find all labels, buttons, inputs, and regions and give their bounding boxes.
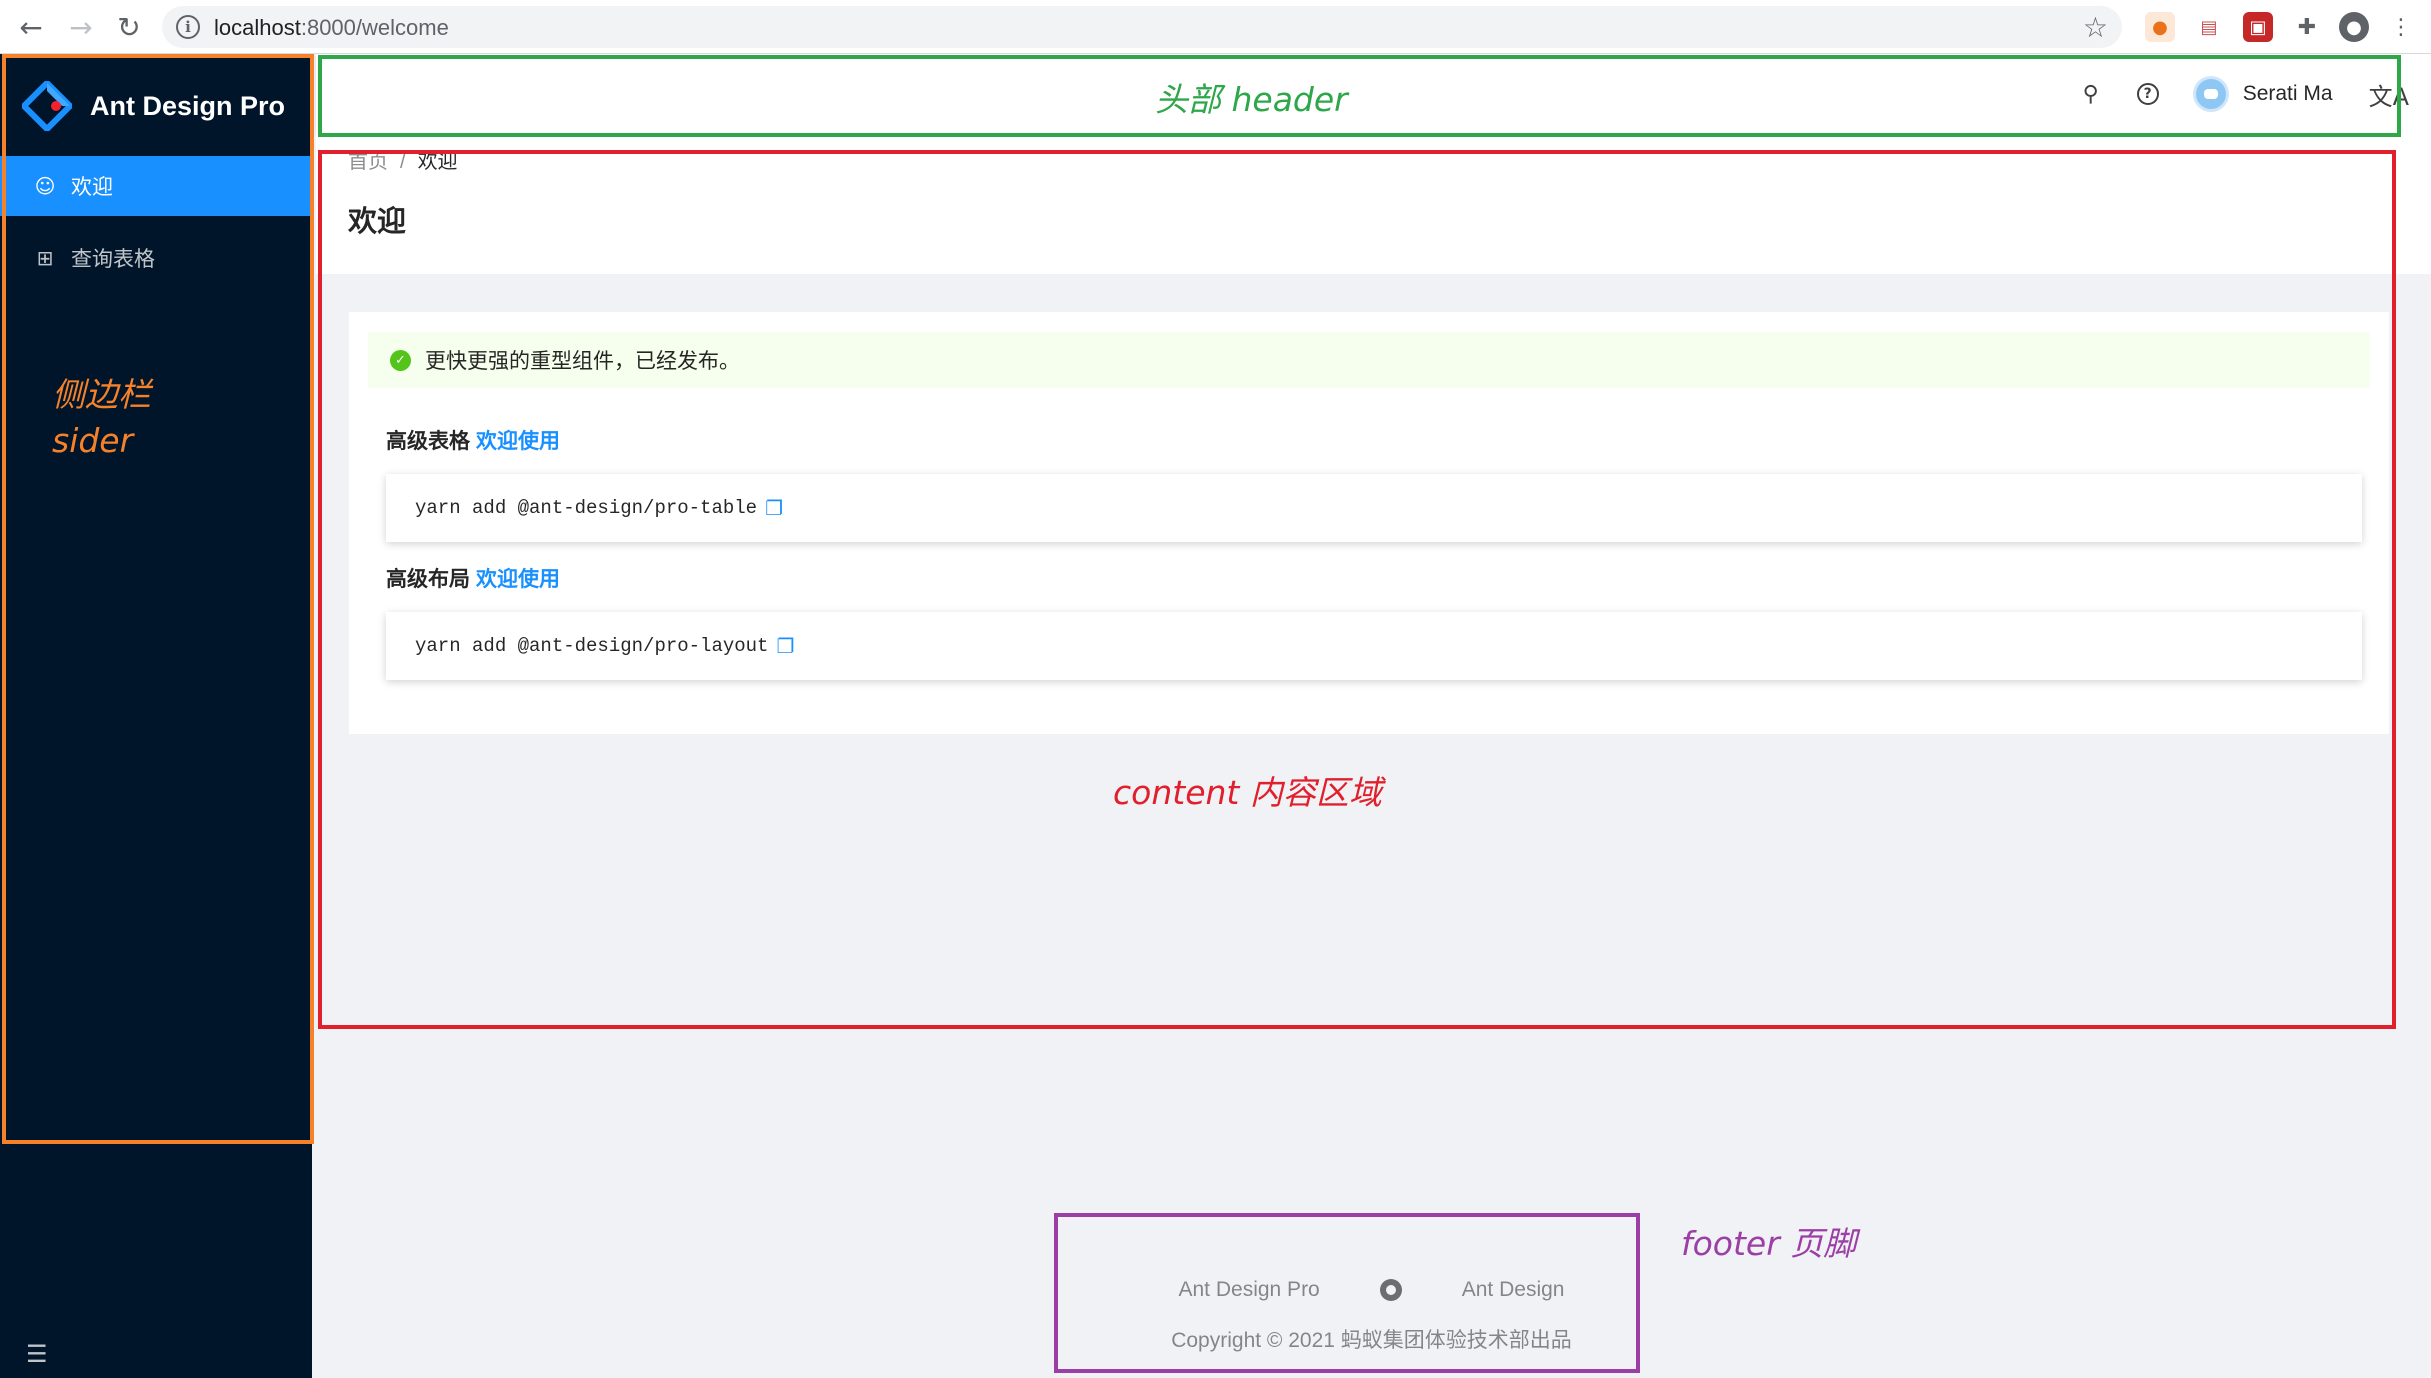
menu-item-welcome[interactable]: ☺ 欢迎 [0, 156, 310, 216]
page-title: 欢迎 [348, 206, 407, 238]
search-icon[interactable]: ⚲ [2083, 82, 2099, 107]
address-bar[interactable]: i localhost:8000/welcome ☆ [162, 6, 2122, 48]
content-annotation-label: content 内容区域 [1113, 773, 1382, 812]
welcome-link[interactable]: 欢迎使用 [476, 430, 560, 453]
code-block-pro-layout: yarn add @ant-design/pro-layout ❐ [386, 612, 2362, 680]
footer-link-ant-design-pro[interactable]: Ant Design Pro [1179, 1278, 1320, 1302]
arrow-right-icon[interactable]: → [64, 10, 98, 44]
profile-icon[interactable]: ● [2339, 12, 2369, 42]
breadcrumb-current: 欢迎 [417, 151, 458, 173]
logo[interactable]: Ant Design Pro [22, 78, 285, 134]
sider: Ant Design Pro ☺ 欢迎 ⊞ 查询表格 ☰ [0, 54, 312, 1378]
url-text[interactable]: localhost:8000/welcome [214, 15, 449, 41]
success-alert: ✓ 更快更强的重型组件，已经发布。 [368, 332, 2370, 388]
user-name[interactable]: Serati Ma [2243, 82, 2333, 106]
menu-item-label: 欢迎 [71, 176, 113, 199]
arrow-left-icon[interactable]: ← [14, 10, 48, 44]
page-header: 首页 / 欢迎 欢迎 [316, 134, 2431, 274]
puzzle-icon[interactable]: ✚ [2292, 12, 2322, 42]
reload-icon[interactable]: ↻ [112, 10, 146, 44]
more-vertical-icon[interactable]: ⋮ [2386, 12, 2416, 42]
breadcrumb-separator: / [400, 151, 406, 173]
github-icon[interactable] [1379, 1279, 1402, 1301]
check-circle-icon: ✓ [390, 349, 411, 371]
code-text: yarn add @ant-design/pro-table [415, 497, 758, 519]
sider-annotation-label-en: sider [52, 421, 134, 460]
copy-icon[interactable]: ❐ [776, 634, 794, 658]
welcome-link[interactable]: 欢迎使用 [476, 568, 560, 591]
extension-icon[interactable]: ● [2145, 12, 2175, 42]
avatar[interactable] [2192, 76, 2229, 112]
sider-annotation-label: 侧边栏 [52, 375, 151, 414]
info-icon[interactable]: i [176, 15, 200, 39]
copy-icon[interactable]: ❐ [765, 496, 783, 520]
code-text: yarn add @ant-design/pro-layout [415, 635, 769, 657]
browser-toolbar: ← → ↻ i localhost:8000/welcome ☆ ● ▤ ▣ ✚… [0, 0, 2431, 54]
footer-link-ant-design[interactable]: Ant Design [1462, 1278, 1565, 1302]
content-card: ✓ 更快更强的重型组件，已经发布。 高级表格 欢迎使用 yarn add @ant… [349, 312, 2389, 734]
menu-item-table-list[interactable]: ⊞ 查询表格 [0, 228, 310, 288]
table-icon: ⊞ [36, 246, 54, 270]
header-actions: ⚲ ? Serati Ma 文A [2083, 54, 2409, 134]
section-title-text: 高级表格 [386, 430, 470, 453]
alert-message: 更快更强的重型组件，已经发布。 [425, 350, 740, 373]
code-block-pro-table: yarn add @ant-design/pro-table ❐ [386, 474, 2362, 542]
question-icon[interactable]: ? [2136, 83, 2159, 105]
smile-icon: ☺ [34, 174, 56, 198]
star-icon[interactable]: ☆ [2083, 11, 2108, 44]
pdf-extension-icon[interactable]: ▣ [2243, 12, 2273, 42]
header-annotation-label: 头部 header [1155, 80, 1348, 119]
global-header: ⚲ ? Serati Ma 文A [316, 54, 2431, 134]
translation-icon[interactable]: 文A [2369, 77, 2409, 112]
breadcrumb: 首页 / 欢迎 [348, 145, 458, 174]
menu-item-label: 查询表格 [71, 248, 155, 271]
section-title-pro-table: 高级表格 欢迎使用 [386, 425, 560, 455]
section-title-text: 高级布局 [386, 568, 470, 591]
footer-annotation-label: footer 页脚 [1681, 1224, 1857, 1263]
copyright: Copyright © 2021 蚂蚁集团体验技术部出品 [1171, 1329, 1572, 1352]
ant-design-logo-icon [22, 81, 72, 131]
section-title-pro-layout: 高级布局 欢迎使用 [386, 563, 560, 593]
logo-text: Ant Design Pro [90, 90, 286, 121]
breadcrumb-home[interactable]: 首页 [348, 151, 388, 173]
footer-links: Ant Design Pro Ant Design [0, 1278, 2431, 1302]
reader-extension-icon[interactable]: ▤ [2194, 12, 2224, 42]
